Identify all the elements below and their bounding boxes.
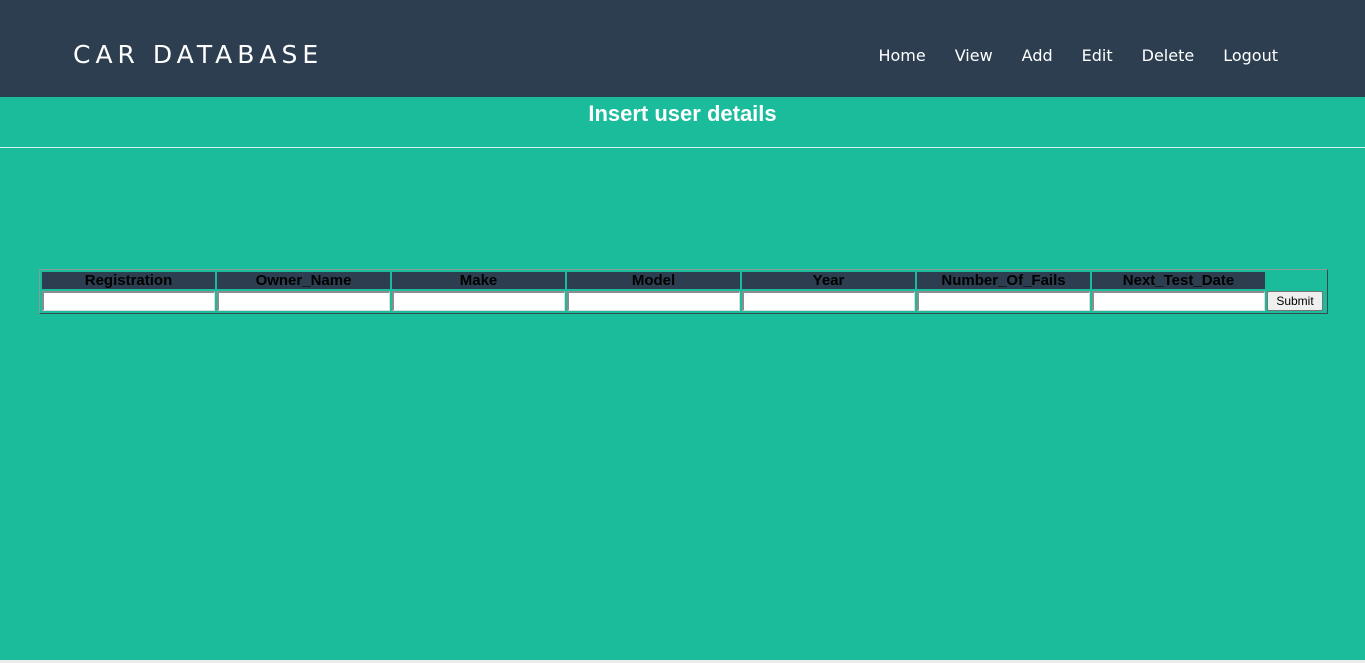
- column-header-registration: Registration: [42, 272, 215, 289]
- column-header-number-of-fails: Number_Of_Fails: [917, 272, 1090, 289]
- nav-view-link[interactable]: View: [955, 44, 993, 68]
- nav-edit-link[interactable]: Edit: [1082, 44, 1113, 68]
- nav-home-link[interactable]: Home: [878, 44, 925, 68]
- column-header-empty: [1267, 272, 1325, 289]
- cell-next-test-date: [1092, 291, 1265, 311]
- cell-registration: [42, 291, 215, 311]
- year-input[interactable]: [742, 291, 915, 311]
- site-brand[interactable]: CAR DATABASE: [73, 38, 323, 72]
- cell-make: [392, 291, 565, 311]
- main-nav: Home View Add Edit Delete Logout: [849, 44, 1278, 68]
- cell-year: [742, 291, 915, 311]
- divider: [0, 147, 1365, 148]
- registration-input[interactable]: [42, 291, 215, 311]
- column-header-year: Year: [742, 272, 915, 289]
- input-row: Submit: [42, 291, 1325, 311]
- number-of-fails-input[interactable]: [917, 291, 1090, 311]
- column-header-model: Model: [567, 272, 740, 289]
- submit-button[interactable]: Submit: [1267, 291, 1323, 311]
- make-input[interactable]: [392, 291, 565, 311]
- owner-name-input[interactable]: [217, 291, 390, 311]
- column-header-next-test-date: Next_Test_Date: [1092, 272, 1265, 289]
- nav-add-link[interactable]: Add: [1022, 44, 1053, 68]
- next-test-date-input[interactable]: [1092, 291, 1265, 311]
- nav-logout-link[interactable]: Logout: [1223, 44, 1278, 68]
- column-header-make: Make: [392, 272, 565, 289]
- cell-owner-name: [217, 291, 390, 311]
- cell-submit: Submit: [1267, 291, 1325, 311]
- cell-model: [567, 291, 740, 311]
- page-title: Insert user details: [588, 101, 777, 126]
- model-input[interactable]: [567, 291, 740, 311]
- column-header-owner-name: Owner_Name: [217, 272, 390, 289]
- header-row: Registration Owner_Name Make Model Year …: [42, 272, 1325, 289]
- top-navbar: CAR DATABASE Home View Add Edit Delete L…: [0, 0, 1365, 97]
- nav-delete-link[interactable]: Delete: [1142, 44, 1195, 68]
- cell-number-of-fails: [917, 291, 1090, 311]
- insert-table: Registration Owner_Name Make Model Year …: [39, 269, 1328, 314]
